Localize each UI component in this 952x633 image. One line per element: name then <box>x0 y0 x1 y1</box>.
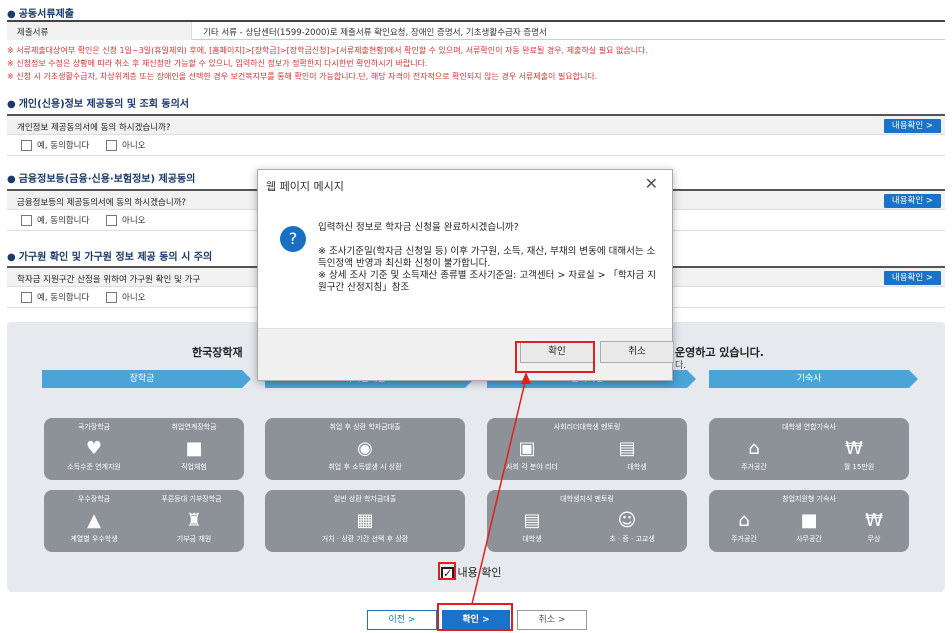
annotation-arrow <box>471 372 531 605</box>
